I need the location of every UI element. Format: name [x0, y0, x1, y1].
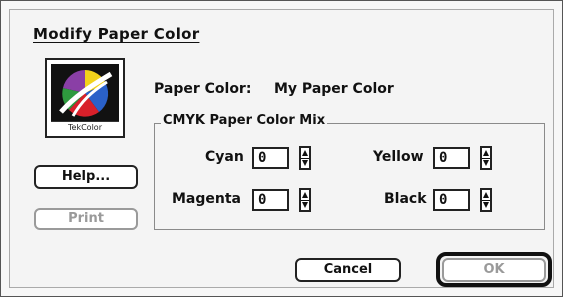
black-label: Black	[384, 191, 427, 207]
paper-color-value: My Paper Color	[274, 81, 394, 97]
stepper-divider	[482, 158, 490, 159]
magenta-field[interactable]: 0	[252, 189, 289, 211]
cyan-label: Cyan	[205, 149, 244, 165]
stepper-divider	[301, 158, 309, 159]
black-field[interactable]: 0	[433, 189, 470, 211]
ok-button[interactable]: OK	[442, 258, 546, 282]
stepper-divider	[482, 200, 490, 201]
arrow-up-icon[interactable]	[302, 150, 308, 156]
cmyk-group-box	[154, 123, 545, 230]
color-wheel-icon	[51, 64, 119, 122]
arrow-up-icon[interactable]	[483, 150, 489, 156]
cyan-stepper[interactable]	[299, 146, 311, 170]
yellow-field[interactable]: 0	[433, 147, 470, 169]
paper-color-label: Paper Color:	[154, 81, 252, 97]
dialog-title: Modify Paper Color	[33, 25, 200, 43]
tekcolor-logo: TekColor	[45, 58, 125, 138]
arrow-up-icon[interactable]	[483, 192, 489, 198]
yellow-stepper[interactable]	[480, 146, 492, 170]
arrow-down-icon[interactable]	[302, 202, 308, 208]
cancel-button[interactable]: Cancel	[295, 258, 401, 282]
arrow-down-icon[interactable]	[483, 202, 489, 208]
yellow-label: Yellow	[373, 149, 424, 165]
cyan-field[interactable]: 0	[252, 147, 289, 169]
arrow-up-icon[interactable]	[302, 192, 308, 198]
logo-label: TekColor	[51, 121, 119, 133]
modify-paper-color-dialog: Modify Paper Color TekColor Paper Color:…	[0, 0, 563, 297]
magenta-label: Magenta	[172, 191, 242, 207]
help-button[interactable]: Help...	[34, 165, 138, 189]
arrow-down-icon[interactable]	[483, 160, 489, 166]
stepper-divider	[301, 200, 309, 201]
print-button[interactable]: Print	[34, 208, 138, 230]
arrow-down-icon[interactable]	[302, 160, 308, 166]
magenta-stepper[interactable]	[299, 188, 311, 212]
cmyk-group-title: CMYK Paper Color Mix	[161, 113, 328, 128]
black-stepper[interactable]	[480, 188, 492, 212]
